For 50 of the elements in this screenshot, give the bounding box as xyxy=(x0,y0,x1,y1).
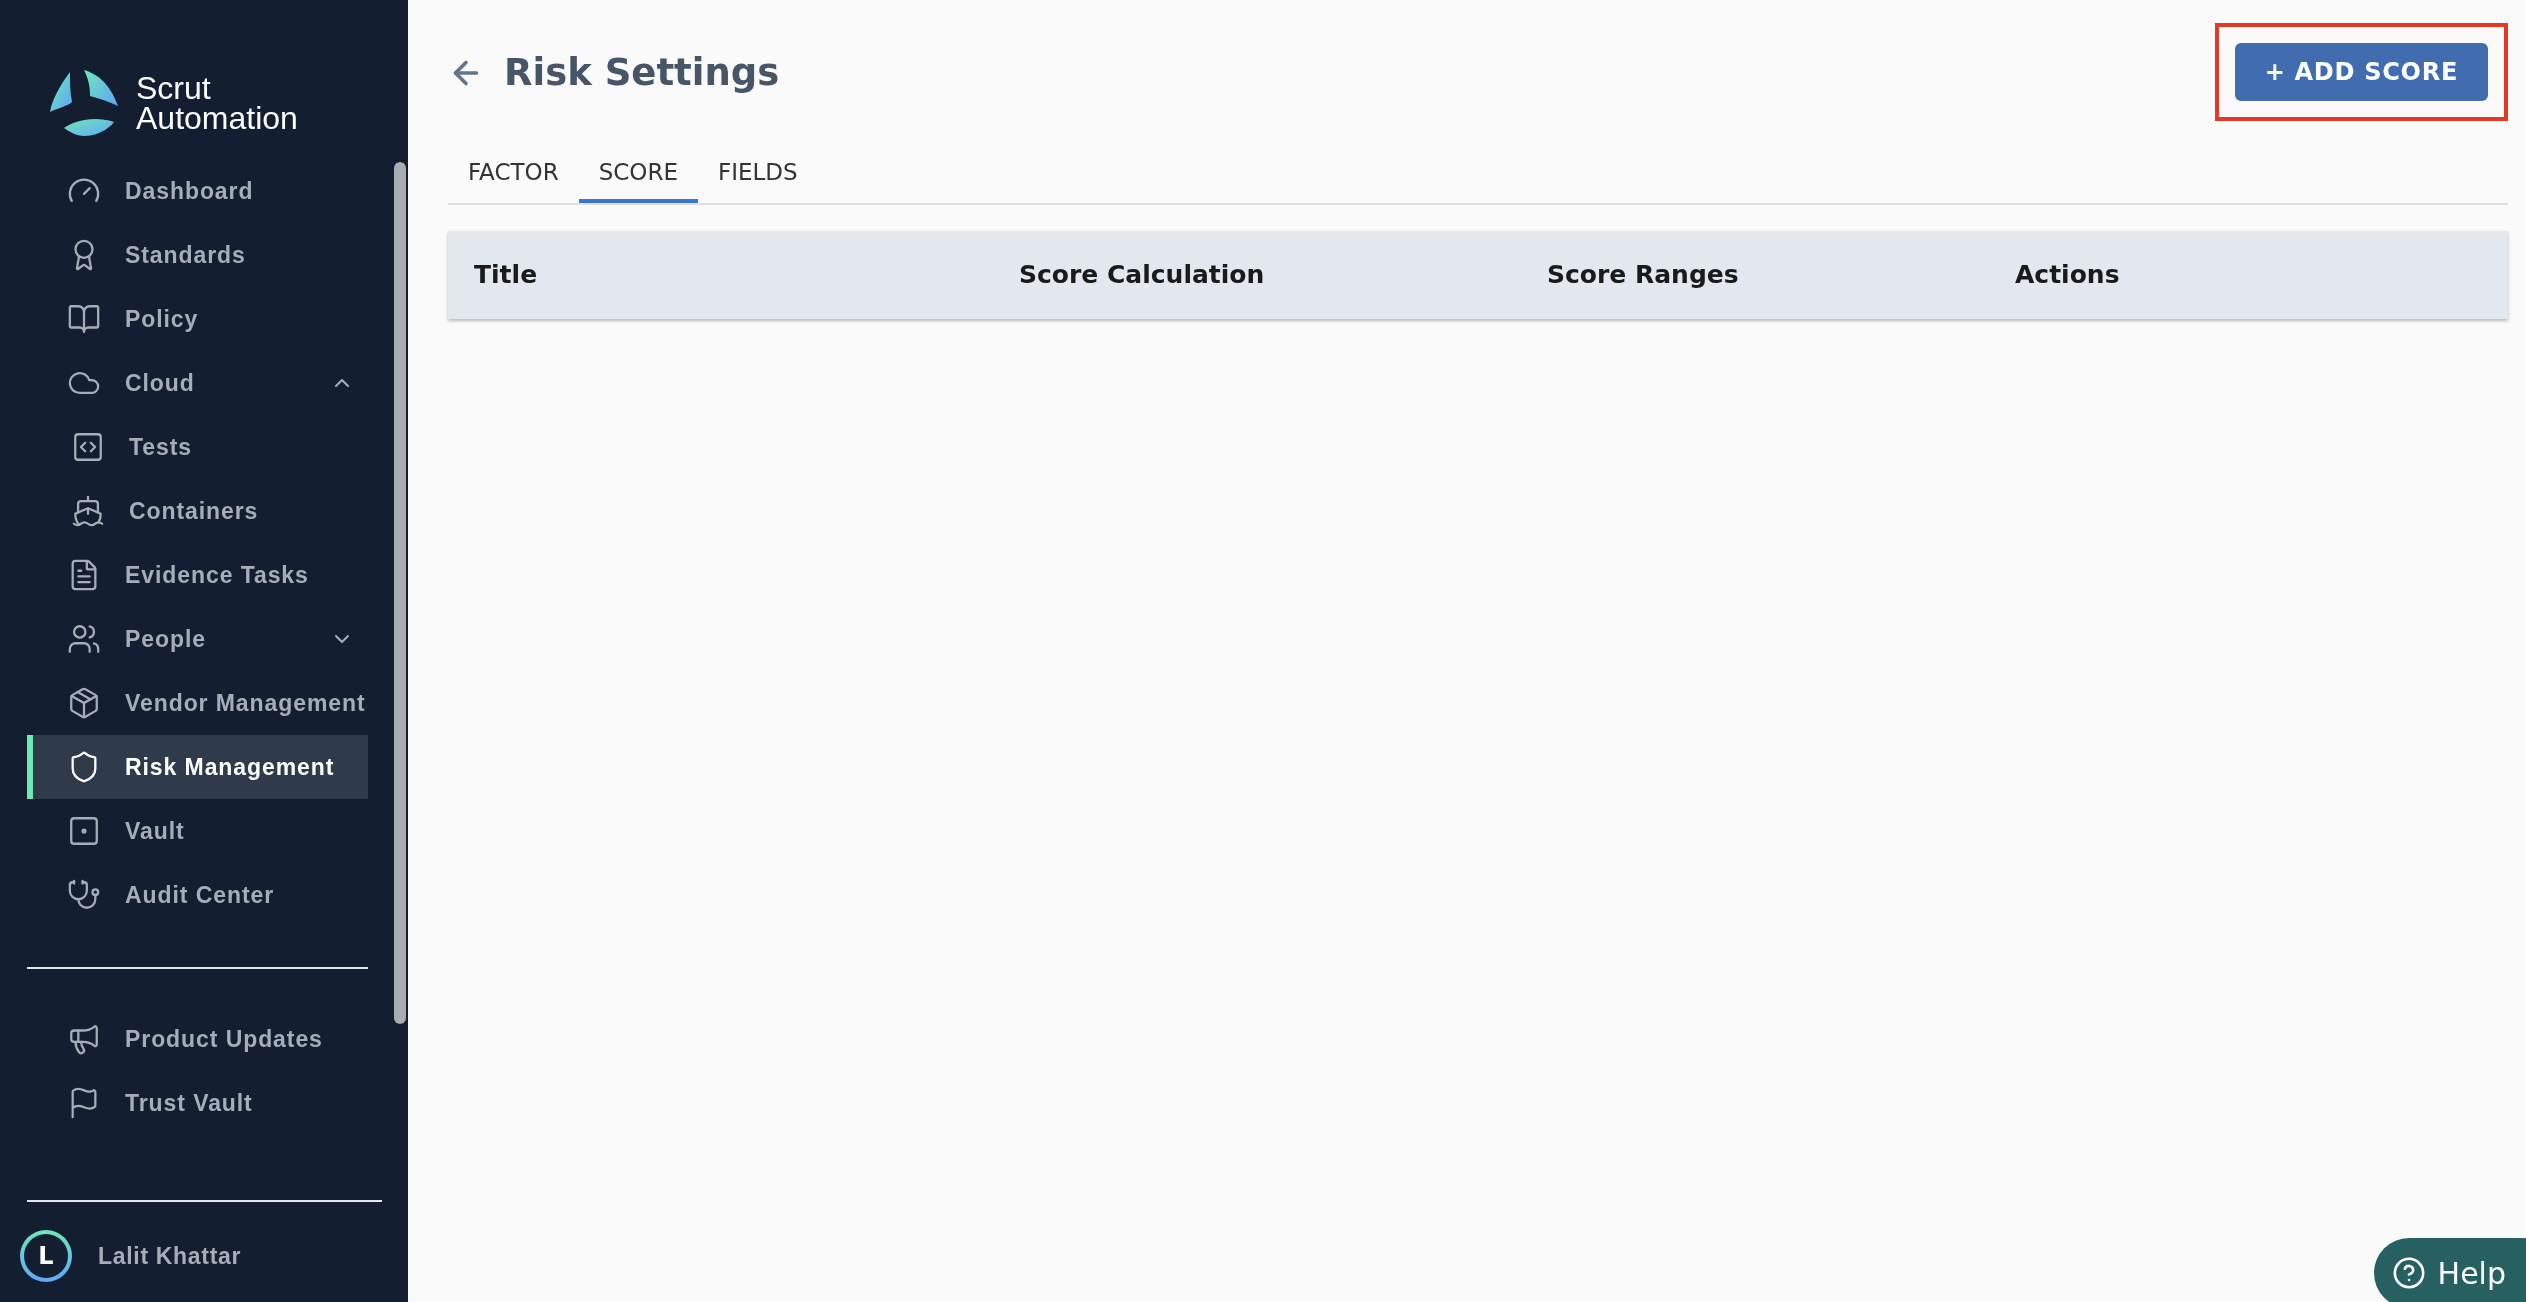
package-icon xyxy=(67,686,101,720)
sidebar-item-label: Tests xyxy=(129,432,192,462)
tab[interactable]: FIELDS xyxy=(697,145,818,203)
sidebar-item[interactable]: Trust Vault xyxy=(27,1071,368,1135)
sidebar-item[interactable]: People xyxy=(27,607,368,671)
open-book-icon xyxy=(67,302,101,336)
sidebar-item[interactable]: Policy xyxy=(27,287,368,351)
sidebar-item-label: Trust Vault xyxy=(125,1088,253,1118)
sidebar-item[interactable]: Standards xyxy=(27,223,368,287)
megaphone-icon xyxy=(67,1022,101,1056)
tab[interactable]: FACTOR xyxy=(448,145,579,203)
sidebar-item[interactable]: Vendor Management xyxy=(27,671,368,735)
sidebar-item-label: Audit Center xyxy=(125,880,275,910)
column-header[interactable]: Actions xyxy=(2015,256,2508,294)
sidebar-item-label: Containers xyxy=(129,496,259,526)
column-header[interactable]: Score Calculation xyxy=(1019,256,1547,294)
stethoscope-icon xyxy=(67,878,101,912)
sidebar-item-label: Standards xyxy=(125,240,246,270)
help-icon xyxy=(2391,1256,2426,1290)
user-avatar[interactable]: L xyxy=(20,1230,72,1282)
sidebar-item[interactable]: Product Updates xyxy=(27,1007,368,1071)
tab[interactable]: SCORE xyxy=(578,145,698,203)
sidebar-item-label: Product Updates xyxy=(125,1024,323,1054)
sidebar-item[interactable]: Evidence Tasks xyxy=(27,543,368,607)
sidebar-item-label: Evidence Tasks xyxy=(125,560,309,590)
sidebar-item[interactable]: Cloud xyxy=(27,351,368,415)
sidebar-item[interactable]: Audit Center xyxy=(27,863,368,927)
column-header[interactable]: Score Ranges xyxy=(1547,256,2015,294)
sidebar-item-label: Cloud xyxy=(125,368,195,398)
container-ship-icon xyxy=(71,494,105,528)
column-header[interactable]: Title xyxy=(474,256,1019,294)
sidebar-item-label: Vendor Management xyxy=(125,688,366,718)
sidebar-item[interactable]: Risk Management xyxy=(27,735,368,799)
brand-name: Scrut Automation xyxy=(136,73,298,133)
logo-icon xyxy=(50,70,120,136)
help-button[interactable]: Help xyxy=(2373,1238,2526,1302)
sidebar-item-label: People xyxy=(125,624,206,654)
sidebar-item-label: Vault xyxy=(125,816,185,846)
sidebar-item[interactable]: Dashboard xyxy=(27,159,368,223)
sidebar-item[interactable]: Containers xyxy=(27,479,368,543)
user-name: Lalit Khattar xyxy=(98,1241,242,1271)
add-score-button[interactable]: + ADD SCORE xyxy=(2234,42,2488,101)
sidebar-item-label: Risk Management xyxy=(125,752,335,782)
sidebar-item[interactable]: Vault xyxy=(27,799,368,863)
code-window-icon xyxy=(71,430,105,464)
sidebar-item[interactable]: Tests xyxy=(27,415,368,479)
people-icon xyxy=(67,622,101,656)
page-title: Risk Settings xyxy=(504,49,780,96)
sidebar-item-label: Policy xyxy=(125,304,199,334)
sidebar-item-label: Dashboard xyxy=(125,176,254,206)
